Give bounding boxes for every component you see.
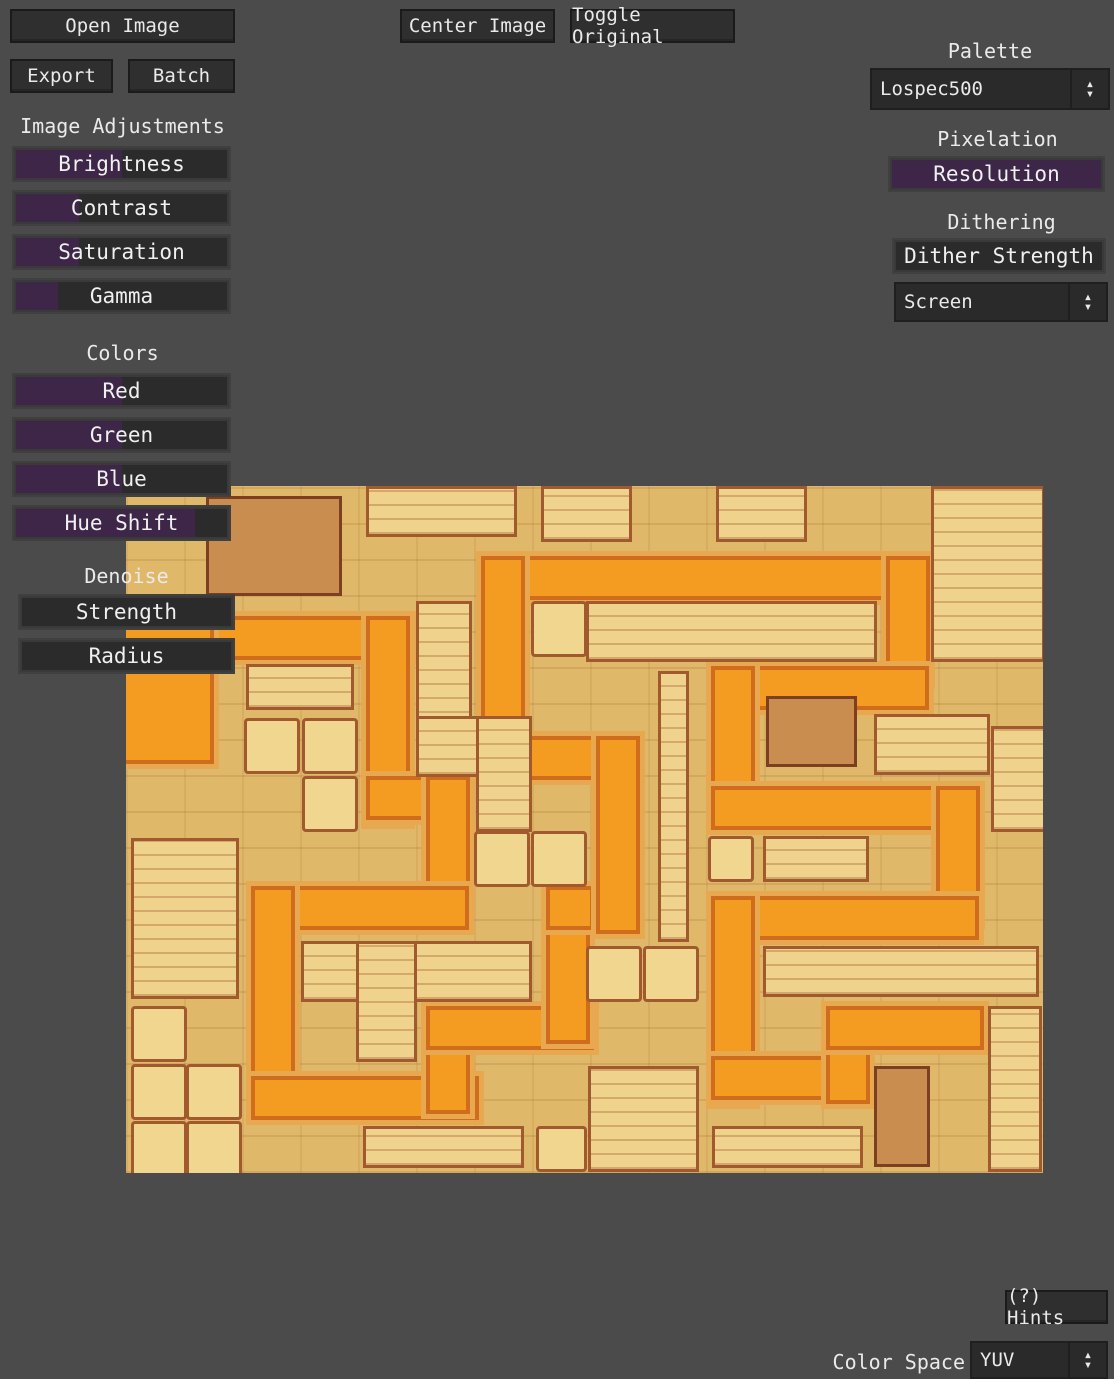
- green-label: Green: [89, 423, 154, 447]
- hints-button[interactable]: (?) Hints: [1005, 1285, 1108, 1329]
- saturation-slider[interactable]: Saturation: [14, 236, 229, 268]
- denoise-heading: Denoise: [84, 564, 169, 588]
- dither-mode-select[interactable]: Screen ▴ ▾: [894, 282, 1108, 322]
- color-space-value: YUV: [980, 1349, 1015, 1371]
- color-space-label: Color Space: [832, 1350, 965, 1374]
- blue-slider[interactable]: Blue: [14, 463, 229, 495]
- palette-select[interactable]: Lospec500 ▴ ▾: [870, 68, 1110, 110]
- gamma-label: Gamma: [89, 284, 154, 308]
- hue-shift-label: Hue Shift: [64, 511, 179, 535]
- toggle-original-button[interactable]: Toggle Original: [570, 4, 735, 48]
- contrast-label: Contrast: [70, 196, 173, 220]
- contrast-slider[interactable]: Contrast: [14, 192, 229, 224]
- gamma-slider[interactable]: Gamma: [14, 280, 229, 312]
- denoise-radius-label: Radius: [88, 644, 165, 668]
- palette-value: Lospec500: [880, 78, 983, 100]
- palette-heading: Palette: [947, 39, 1033, 63]
- image-adjustments-heading: Image Adjustments: [20, 114, 225, 138]
- dithering-heading: Dithering: [947, 210, 1056, 234]
- pixelation-heading: Pixelation: [937, 127, 1058, 151]
- updown-arrow-icon: ▴ ▾: [1068, 1343, 1106, 1377]
- denoise-radius-slider[interactable]: Radius: [20, 640, 233, 672]
- brightness-slider[interactable]: Brightness: [14, 148, 229, 180]
- image-preview[interactable]: [126, 486, 1043, 1173]
- dither-mode-value: Screen: [904, 291, 973, 313]
- saturation-label: Saturation: [58, 240, 185, 264]
- red-label: Red: [102, 379, 141, 403]
- blue-label: Blue: [96, 467, 147, 491]
- updown-arrow-icon: ▴ ▾: [1070, 70, 1108, 108]
- center-image-button[interactable]: Center Image: [400, 9, 555, 43]
- dither-strength-slider[interactable]: Dither Strength: [894, 240, 1104, 272]
- export-button[interactable]: Export: [10, 59, 113, 93]
- hue-shift-slider[interactable]: Hue Shift: [14, 507, 229, 539]
- dither-strength-label: Dither Strength: [904, 244, 1094, 268]
- updown-arrow-icon: ▴ ▾: [1068, 284, 1106, 320]
- resolution-label: Resolution: [933, 162, 1060, 186]
- open-image-button[interactable]: Open Image: [10, 9, 235, 43]
- colors-heading: Colors: [86, 341, 159, 365]
- batch-button[interactable]: Batch: [128, 59, 235, 93]
- green-slider[interactable]: Green: [14, 419, 229, 451]
- color-space-select[interactable]: YUV ▴ ▾: [970, 1341, 1108, 1379]
- denoise-strength-label: Strength: [75, 600, 178, 624]
- red-slider[interactable]: Red: [14, 375, 229, 407]
- resolution-slider[interactable]: Resolution: [890, 158, 1103, 190]
- brightness-label: Brightness: [58, 152, 185, 176]
- denoise-strength-slider[interactable]: Strength: [20, 596, 233, 628]
